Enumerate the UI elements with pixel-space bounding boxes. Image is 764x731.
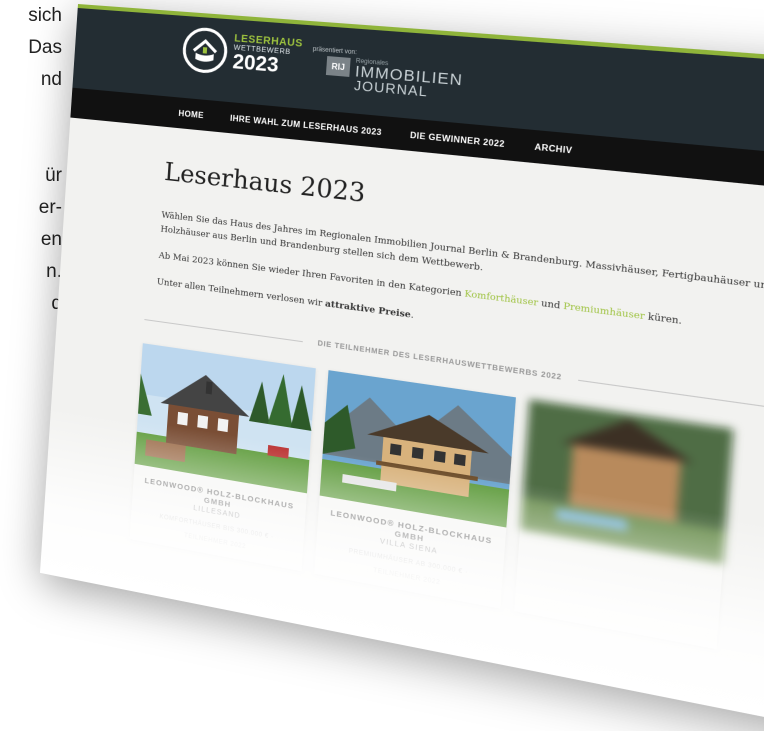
house-photo-blurred (520, 399, 734, 565)
nav-vote-2023[interactable]: IHRE WAHL ZUM LESERHAUS 2023 (230, 113, 382, 137)
background-text-line: Das (28, 37, 62, 58)
link-premiumhaeuser[interactable]: Premiumhäuser (563, 301, 645, 322)
leserhaus-logo[interactable]: LESERHAUS WETTBEWERB 2023 (181, 26, 303, 81)
background-text-line: d (51, 293, 62, 314)
participant-card-lillesand[interactable]: LEONWOOD® HOLZ-BLOCKHAUS GMBH LILLESAND … (129, 343, 316, 572)
background-text-line: ür (45, 165, 62, 186)
logo-year: 2023 (231, 50, 280, 77)
divider-line (578, 379, 764, 408)
prize-text: Unter allen Teilnehmern verlosen wir (156, 276, 326, 310)
background-article-text: sich Das nd ür er- en n. d (0, 0, 62, 320)
category-text: und (537, 298, 564, 313)
nav-winners-2022[interactable]: DIE GEWINNER 2022 (410, 130, 505, 149)
prize-bold-text: attraktive Preise (324, 298, 412, 321)
divider-line (144, 319, 303, 343)
nav-home[interactable]: HOME (178, 108, 204, 120)
main-content: Leserhaus 2023 Wählen Sie das Haus des J… (43, 118, 764, 658)
background-text-line: n. (46, 261, 62, 282)
background-text-line: er- (38, 197, 62, 218)
participant-card-villa-siena[interactable]: LEONWOOD® HOLZ-BLOCKHAUS GMBH VILLA SIEN… (314, 370, 516, 609)
link-komforthaeuser[interactable]: Komforthäuser (464, 289, 538, 309)
background-text-line: nd (40, 69, 62, 90)
prize-text: . (410, 310, 415, 322)
house-photo-lillesand[interactable] (134, 343, 316, 494)
background-text-line (0, 128, 62, 160)
immobilien-journal-logo[interactable]: RIJ Regionales IMMOBILIEN JOURNAL (325, 56, 464, 102)
participant-card-blurred[interactable] (514, 399, 734, 650)
nav-archive[interactable]: ARCHIV (534, 142, 572, 155)
background-text-line: en (40, 229, 62, 250)
background-text-line: sich (28, 5, 62, 26)
category-text: küren. (644, 311, 683, 328)
rij-badge: RIJ (325, 56, 351, 77)
presented-by-label: präsentiert von: (312, 46, 358, 57)
background-text-line (0, 96, 62, 128)
house-book-icon (181, 26, 229, 75)
website-screenshot: LESERHAUS WETTBEWERB 2023 präsentiert vo… (39, 4, 764, 731)
house-photo-villa-siena[interactable] (319, 370, 516, 528)
